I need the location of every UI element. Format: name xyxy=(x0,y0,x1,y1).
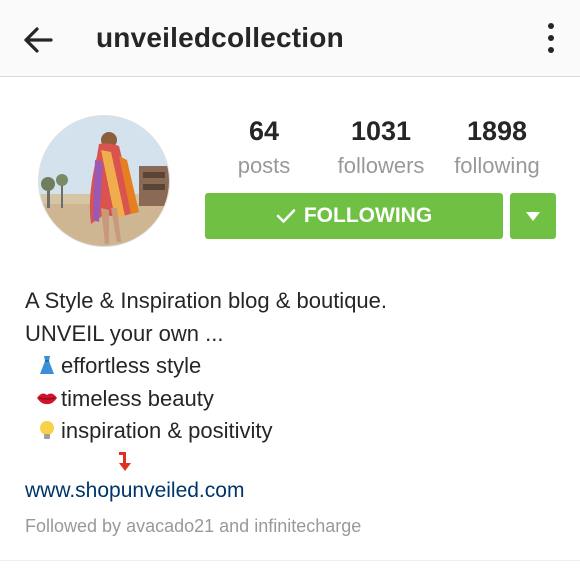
followed-by-text: Followed by avacado21 and infinitecharge xyxy=(25,516,361,537)
following-count: 1898 xyxy=(466,116,528,146)
caret-down-icon xyxy=(526,211,540,221)
bio-item: timeless beauty xyxy=(25,383,387,416)
stat-following[interactable]: 1898 following xyxy=(442,116,552,179)
posts-count: 64 xyxy=(248,116,280,146)
bio-item: inspiration & positivity xyxy=(25,415,387,448)
more-options-button[interactable] xyxy=(544,20,558,56)
back-button[interactable] xyxy=(20,22,56,58)
following-button[interactable]: FOLLOWING xyxy=(205,193,503,239)
more-vertical-icon xyxy=(548,23,554,29)
bio-item-text: inspiration & positivity xyxy=(61,418,273,443)
bio-line-1: A Style & Inspiration blog & boutique. xyxy=(25,288,388,313)
following-label: following xyxy=(454,153,540,178)
bio-item-text: timeless beauty xyxy=(61,385,214,411)
mutual-follower-link[interactable]: infinitecharge xyxy=(254,516,361,536)
light-bulb-icon xyxy=(40,421,54,439)
profile-photo xyxy=(39,116,169,246)
profile-avatar[interactable] xyxy=(38,115,170,247)
dress-icon xyxy=(40,356,54,374)
mutual-follower-link[interactable]: avacado21 xyxy=(126,516,214,536)
profile-bio: A Style & Inspiration blog & boutique. U… xyxy=(25,285,387,480)
followers-count: 1031 xyxy=(350,116,412,146)
stat-posts[interactable]: 64 posts xyxy=(209,116,319,179)
top-bar: unveiledcollection xyxy=(0,0,580,77)
website-link[interactable]: www.shopunveiled.com xyxy=(25,479,244,503)
arrow-down-red-icon xyxy=(119,451,131,471)
profile-username: unveiledcollection xyxy=(96,22,344,53)
stat-followers[interactable]: 1031 followers xyxy=(326,116,436,179)
posts-label: posts xyxy=(237,153,291,178)
bio-item-text: effortless style xyxy=(61,353,202,378)
lips-icon xyxy=(37,393,57,404)
checkmark-icon xyxy=(276,208,296,224)
following-button-label: FOLLOWING xyxy=(303,204,433,227)
suggestions-dropdown-button[interactable] xyxy=(510,193,556,239)
followed-by-prefix: Followed by xyxy=(25,516,122,536)
followers-label: followers xyxy=(337,153,425,178)
bio-item: effortless style xyxy=(25,350,387,383)
followed-by-conjunction: and xyxy=(219,516,250,536)
bio-line-2: UNVEIL your own ... xyxy=(25,320,224,346)
arrow-left-icon xyxy=(24,27,53,53)
divider xyxy=(0,560,580,561)
